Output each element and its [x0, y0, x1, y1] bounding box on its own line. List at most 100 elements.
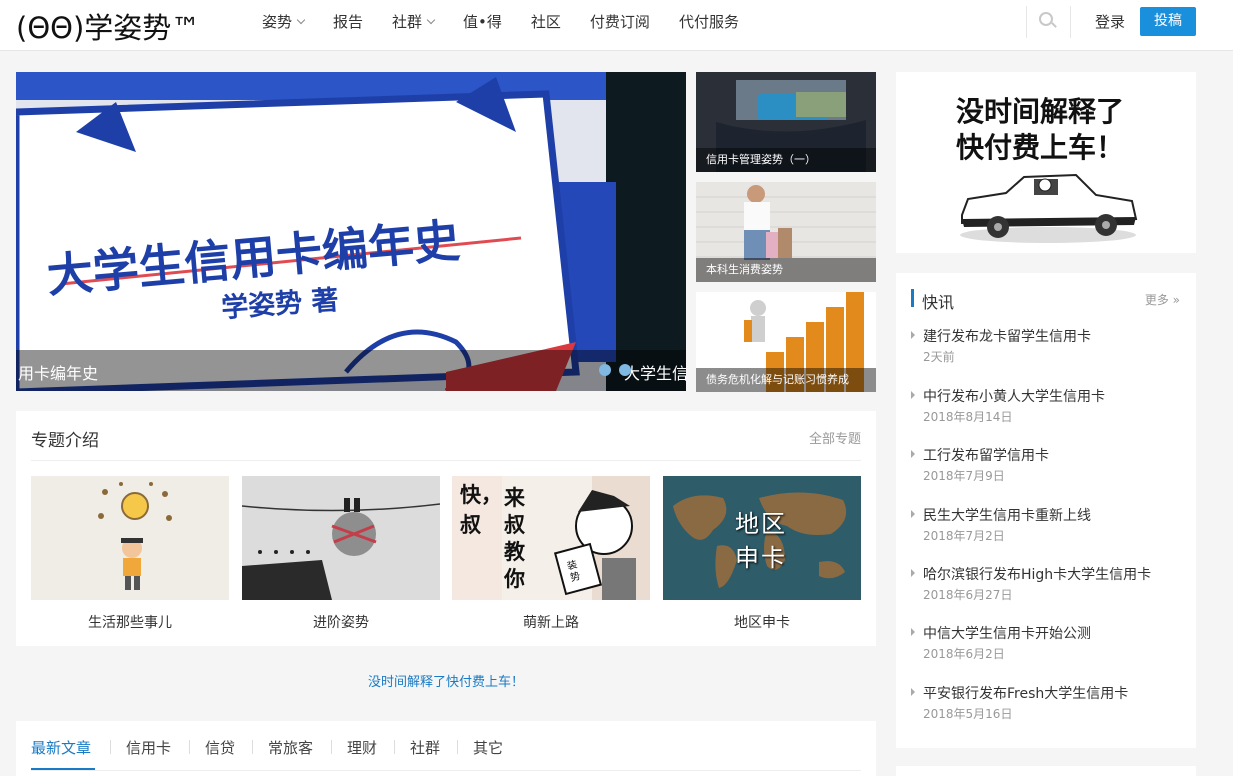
news-item-title[interactable]: 工行发布留学信用卡 — [923, 445, 1049, 465]
post-button[interactable]: 投稿 — [1140, 7, 1196, 36]
thumb-caption: 本科生消费姿势 — [696, 258, 876, 282]
news-item-title[interactable]: 民生大学生信用卡重新上线 — [923, 505, 1091, 525]
news-item-title[interactable]: 建行发布龙卡留学生信用卡 — [923, 326, 1091, 346]
topic-image-text: 地区 — [735, 510, 787, 538]
tab-credit-card[interactable]: 信用卡 — [126, 737, 171, 758]
tab-separator — [110, 740, 111, 754]
tab-loans[interactable]: 信贷 — [205, 737, 235, 758]
bullet-icon — [911, 569, 915, 577]
topic-image-text: 快， — [460, 482, 502, 509]
ad-line-1: 没时间解释了 — [956, 95, 1125, 128]
site-logo[interactable]: (ΘΘ)学姿势™ — [16, 5, 200, 47]
slider-caption-current[interactable]: 用卡编年史 — [18, 360, 98, 384]
sidebar-next-panel — [896, 766, 1196, 776]
news-item-title[interactable]: 中信大学生信用卡开始公测 — [923, 623, 1091, 643]
slider-caption-next[interactable]: 大学生信 — [624, 360, 686, 384]
bullet-icon — [911, 510, 915, 518]
topic-card-advanced[interactable] — [242, 476, 440, 600]
nav-label: 付费订阅 — [589, 13, 650, 31]
nav-item-subscription[interactable]: 付费订阅 — [590, 0, 650, 44]
all-topics-link[interactable]: 全部专题 — [809, 428, 861, 447]
nav-label: 代付服务 — [678, 13, 739, 31]
topic-label[interactable]: 萌新上路 — [452, 612, 650, 632]
tab-community[interactable]: 社群 — [410, 737, 440, 758]
side-thumb-debt[interactable]: 债务危机化解与记账习惯养成 — [696, 292, 876, 392]
header-divider — [1026, 6, 1027, 38]
news-item-date: 2018年6月2日 — [923, 647, 1005, 661]
ad-banner[interactable]: 没时间解释了 快付费上车！ — [896, 72, 1196, 253]
tab-frequent-flyer[interactable]: 常旅客 — [268, 737, 313, 758]
side-thumb-credit-card[interactable]: 信用卡管理姿势（一） — [696, 72, 876, 172]
bullet-icon — [911, 688, 915, 696]
bullet-icon — [911, 331, 915, 339]
search-icon[interactable] — [1039, 12, 1057, 30]
tab-separator — [252, 740, 253, 754]
news-item-date: 2天前 — [923, 350, 955, 364]
login-link[interactable]: 登录 — [1095, 11, 1125, 32]
section-accent-bar — [911, 289, 914, 307]
tab-other[interactable]: 其它 — [473, 737, 503, 758]
news-more-link[interactable]: 更多 » — [1145, 291, 1180, 308]
topic-image-text: 叔 — [460, 513, 481, 537]
topic-label[interactable]: 进阶姿势 — [242, 612, 440, 632]
tab-finance[interactable]: 理财 — [347, 737, 377, 758]
slider-dot[interactable] — [619, 364, 631, 376]
slider-dot[interactable] — [599, 364, 611, 376]
topic-image-text: 来 — [504, 486, 525, 510]
topic-card-region[interactable]: 地区 申卡 — [663, 476, 861, 600]
news-item-date: 2018年8月14日 — [923, 410, 1013, 424]
topic-image-text: 叔 — [504, 513, 525, 537]
nav-item-baogao[interactable]: 报告 — [333, 0, 363, 44]
news-title: 快讯 — [922, 293, 955, 312]
tab-latest[interactable]: 最新文章 — [31, 737, 91, 758]
news-item-date: 2018年6月27日 — [923, 588, 1013, 602]
topic-image — [242, 476, 440, 600]
nav-item-zishi[interactable]: 姿势 — [262, 0, 306, 44]
thumb-caption: 债务危机化解与记账习惯养成 — [696, 368, 876, 392]
news-item-date: 2018年7月2日 — [923, 529, 1005, 543]
bullet-icon — [911, 450, 915, 458]
nav-item-shequ[interactable]: 社区 — [531, 0, 561, 44]
divider — [31, 460, 861, 461]
active-tab-indicator — [31, 768, 95, 770]
chevron-down-icon — [296, 15, 306, 25]
topic-card-newbie[interactable]: 快， 叔 来 叔 教 你 装势 — [452, 476, 650, 600]
news-item-title[interactable]: 平安银行发布Fresh大学生信用卡 — [923, 683, 1128, 703]
nav-label: 社群 — [392, 13, 423, 31]
article-tabs: 最新文章 信用卡 信贷 常旅客 理财 社群 其它 — [16, 721, 876, 776]
divider — [31, 770, 861, 771]
topic-label[interactable]: 地区申卡 — [663, 612, 861, 632]
promo-link[interactable]: 没时间解释了快付费上车！ — [16, 671, 876, 690]
featured-slider[interactable]: 大学生信 用卡编年史 学姿势 著 用卡编年史 大学生信 — [16, 72, 686, 391]
news-item-title[interactable]: 中行发布小黄人大学生信用卡 — [923, 386, 1105, 406]
site-header: (ΘΘ)学姿势™ 姿势 报告 社群 值•得 社区 付费订阅 代付服务 登录 投稿 — [0, 0, 1233, 51]
topic-image — [31, 476, 229, 600]
bullet-icon — [911, 391, 915, 399]
header-divider — [1070, 6, 1071, 38]
tab-separator — [457, 740, 458, 754]
topic-label[interactable]: 生活那些事儿 — [31, 612, 229, 632]
slider-caption-bar: 用卡编年史 大学生信 — [16, 350, 686, 391]
banner-author: 学姿势 著 — [220, 284, 340, 325]
section-title: 专题介绍 — [31, 431, 99, 451]
ad-line-2: 快付费上车！ — [956, 131, 1125, 164]
tab-separator — [189, 740, 190, 754]
nav-label: 姿势 — [262, 13, 293, 31]
nav-label: 值•得 — [463, 13, 502, 31]
side-thumb-consumption[interactable]: 本科生消费姿势 — [696, 182, 876, 282]
nav-item-shequn[interactable]: 社群 — [392, 0, 436, 44]
nav-item-payment-service[interactable]: 代付服务 — [679, 0, 739, 44]
news-flash-panel: 快讯 更多 » 建行发布龙卡留学生信用卡 2天前 中行发布小黄人大学生信用卡 2… — [896, 273, 1196, 748]
nav-item-zhide[interactable]: 值•得 — [463, 0, 502, 44]
news-item-title[interactable]: 哈尔滨银行发布High卡大学生信用卡 — [923, 564, 1151, 584]
bullet-icon — [911, 628, 915, 636]
nav-label: 报告 — [333, 13, 364, 31]
thumb-caption: 信用卡管理姿势（一） — [696, 148, 876, 172]
tab-separator — [331, 740, 332, 754]
car-illustration — [960, 173, 1138, 243]
image-char: 快 — [460, 483, 481, 507]
topic-card-life[interactable] — [31, 476, 229, 600]
topic-image-text: 教 — [504, 540, 525, 564]
topics-section: 专题介绍 全部专题 生活那些事儿 进阶姿势 快 叔 来 叔 教 你 装势 萌新上… — [16, 411, 876, 646]
topic-image-text: 申卡 — [735, 544, 787, 572]
